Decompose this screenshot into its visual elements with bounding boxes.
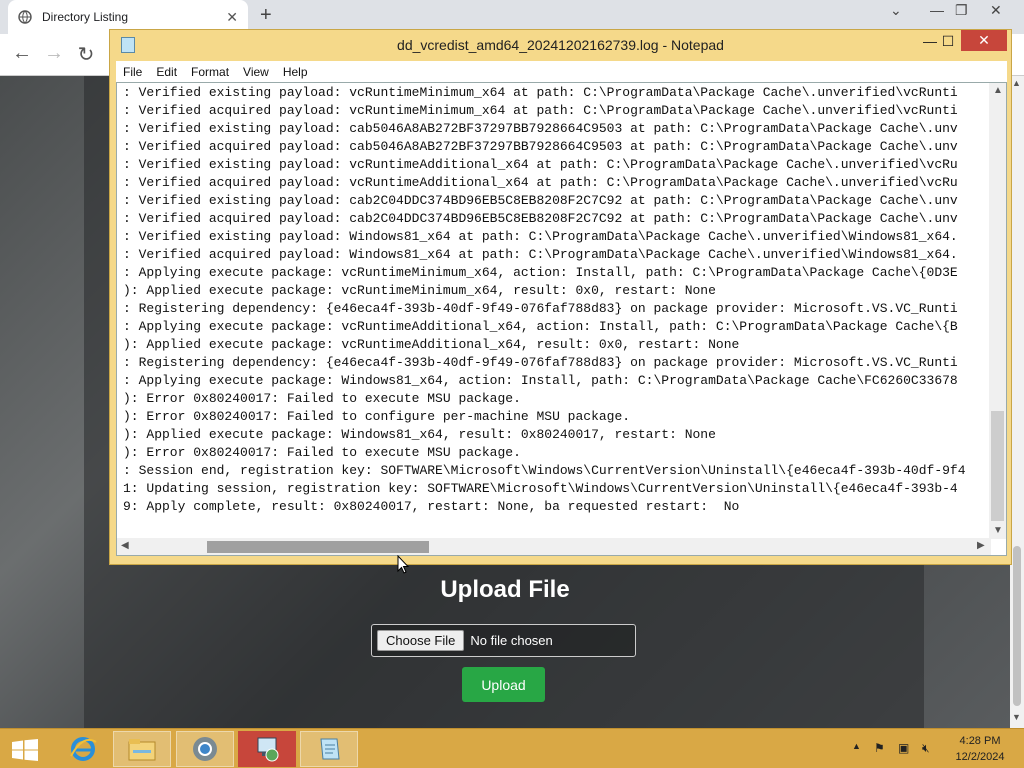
horizontal-scrollbar-thumb[interactable] (207, 541, 429, 553)
notepad-taskbar-icon[interactable] (300, 731, 358, 767)
log-line: : Verified existing payload: cab2C04DDC3… (123, 193, 958, 208)
internet-explorer-icon[interactable] (54, 731, 112, 767)
network-icon[interactable]: ▣ (898, 741, 909, 755)
scroll-down-icon[interactable]: ▼ (1012, 712, 1021, 722)
windows-start-icon[interactable] (12, 739, 38, 761)
horizontal-scrollbar[interactable]: ◀ ▶ (117, 538, 991, 555)
new-tab-button[interactable]: + (260, 4, 272, 27)
clock-time: 4:28 PM (959, 735, 1001, 747)
scroll-down-icon[interactable]: ▼ (993, 525, 1003, 536)
page-scrollbar[interactable]: ▲ ▼ (1010, 76, 1024, 728)
back-button[interactable]: ← (8, 42, 36, 65)
no-file-chosen-text: No file chosen (470, 633, 553, 648)
notepad-title: dd_vcredist_amd64_20241202162739.log - N… (397, 37, 724, 53)
log-line: ): Error 0x80240017: Failed to execute M… (123, 391, 521, 406)
log-line: : Applying execute package: Windows81_x6… (123, 373, 958, 388)
notepad-close-button[interactable]: ✕ (961, 30, 1007, 51)
log-line: : Verified acquired payload: vcRuntimeAd… (123, 175, 958, 190)
notepad-title-bar[interactable]: dd_vcredist_amd64_20241202162739.log - N… (110, 30, 1011, 61)
log-line: : Verified acquired payload: Windows81_x… (123, 247, 958, 262)
system-clock[interactable]: 4:28 PM 12/2/2024 (950, 733, 1010, 765)
log-line: : Registering dependency: {e46eca4f-393b… (123, 355, 958, 370)
menu-file[interactable]: File (116, 65, 149, 79)
forward-button[interactable]: → (40, 42, 68, 65)
chevron-down-icon[interactable]: ⌄ (890, 2, 902, 19)
log-line: : Applying execute package: vcRuntimeAdd… (123, 319, 958, 334)
log-line: ): Applied execute package: vcRuntimeMin… (123, 283, 716, 298)
log-line: : Verified acquired payload: cab5046A8AB… (123, 139, 958, 154)
log-text[interactable]: : Verified existing payload: vcRuntimeMi… (123, 84, 983, 524)
browser-minimize-button[interactable]: — (930, 2, 944, 18)
taskbar: ▲ ⚑ ▣ 🔇︎ 4:28 PM 12/2/2024 (0, 728, 1024, 768)
log-line: 1: Updating session, registration key: S… (123, 481, 958, 496)
log-line: : Verified existing payload: cab5046A8AB… (123, 121, 958, 136)
log-line: : Session end, registration key: SOFTWAR… (123, 463, 966, 478)
log-line: : Applying execute package: vcRuntimeMin… (123, 265, 958, 280)
file-input[interactable]: Choose File No file chosen (371, 624, 636, 657)
log-line: ): Applied execute package: Windows81_x6… (123, 427, 716, 442)
action-center-flag-icon[interactable]: ⚑ (874, 741, 885, 755)
scroll-left-icon[interactable]: ◀ (121, 540, 129, 551)
clock-date: 12/2/2024 (955, 751, 1005, 763)
log-line: 9: Apply complete, result: 0x80240017, r… (123, 499, 740, 514)
log-line: : Verified existing payload: vcRuntimeAd… (123, 157, 958, 172)
vertical-scrollbar[interactable]: ▲ ▼ (989, 83, 1006, 539)
notepad-maximize-button[interactable]: ☐ (934, 33, 962, 53)
reload-button[interactable]: ↻ (72, 42, 100, 67)
notepad-menu-bar: File Edit Format View Help (116, 61, 1007, 82)
menu-help[interactable]: Help (276, 65, 315, 79)
globe-icon (18, 10, 32, 24)
menu-format[interactable]: Format (184, 65, 236, 79)
scroll-right-icon[interactable]: ▶ (977, 540, 985, 551)
log-line: : Verified existing payload: Windows81_x… (123, 229, 958, 244)
log-line: : Verified existing payload: vcRuntimeMi… (123, 85, 958, 100)
control-panel-icon[interactable] (238, 731, 296, 767)
upload-button[interactable]: Upload (462, 667, 545, 702)
file-explorer-icon[interactable] (113, 731, 171, 767)
volume-muted-icon[interactable]: 🔇︎ (922, 741, 930, 756)
browser-close-button[interactable]: ✕ (990, 2, 1002, 19)
log-line: ): Error 0x80240017: Failed to execute M… (123, 445, 521, 460)
notepad-window: dd_vcredist_amd64_20241202162739.log - N… (109, 29, 1012, 565)
log-line: ): Error 0x80240017: Failed to configure… (123, 409, 631, 424)
close-tab-icon[interactable]: ✕ (226, 9, 238, 26)
vertical-scrollbar-thumb[interactable] (991, 411, 1004, 521)
log-line: ): Applied execute package: vcRuntimeAdd… (123, 337, 740, 352)
log-line: : Verified acquired payload: cab2C04DDC3… (123, 211, 958, 226)
mouse-cursor-icon (397, 555, 409, 574)
page-title: Upload File (440, 576, 570, 603)
scroll-up-icon[interactable]: ▲ (993, 85, 1003, 96)
menu-view[interactable]: View (236, 65, 276, 79)
scroll-up-icon[interactable]: ▲ (1012, 78, 1021, 88)
page-scrollbar-thumb[interactable] (1013, 546, 1021, 706)
log-line: : Registering dependency: {e46eca4f-393b… (123, 301, 958, 316)
log-line: : Verified acquired payload: vcRuntimeMi… (123, 103, 958, 118)
show-hidden-icons-icon[interactable]: ▲ (852, 741, 861, 751)
tab-title: Directory Listing (42, 10, 129, 24)
menu-edit[interactable]: Edit (149, 65, 184, 79)
choose-file-button[interactable]: Choose File (377, 630, 465, 651)
chrome-icon[interactable] (176, 731, 234, 767)
notepad-text-area[interactable]: : Verified existing payload: vcRuntimeMi… (116, 82, 1007, 556)
browser-maximize-button[interactable]: ❐ (955, 2, 968, 19)
